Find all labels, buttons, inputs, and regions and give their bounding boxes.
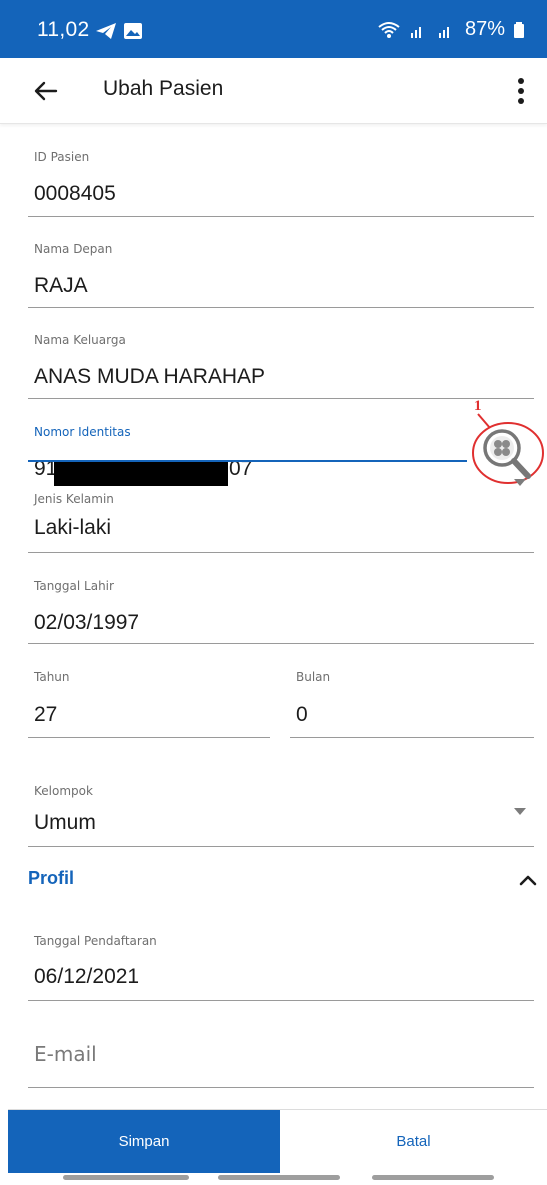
- field-underline: [28, 307, 534, 308]
- app-bar: Ubah Pasien: [0, 58, 547, 124]
- field-value[interactable]: 0008405: [34, 182, 116, 206]
- field-label: Tanggal Pendaftaran: [34, 934, 157, 948]
- field-value[interactable]: 0: [296, 703, 308, 727]
- battery-percent: 87%: [464, 18, 505, 40]
- field-underline: [28, 398, 534, 399]
- field-underline: [28, 737, 270, 738]
- field-value[interactable]: Laki-laki: [34, 516, 111, 540]
- save-button[interactable]: Simpan: [8, 1110, 280, 1173]
- field-id-pasien[interactable]: ID Pasien 0008405: [28, 150, 534, 218]
- section-header-profil[interactable]: Profil: [28, 868, 538, 894]
- field-label: Nama Depan: [34, 242, 113, 256]
- more-vert-icon[interactable]: [513, 74, 529, 108]
- field-underline: [28, 216, 534, 217]
- dropdown-arrow-icon[interactable]: [514, 479, 526, 486]
- field-email[interactable]: E-mail: [28, 1040, 534, 1108]
- page-title: Ubah Pasien: [103, 77, 224, 100]
- bottom-action-bar: Simpan Batal: [8, 1109, 547, 1173]
- field-label: Bulan: [296, 670, 331, 684]
- nav-pill-left: [63, 1175, 189, 1180]
- back-arrow-icon[interactable]: [30, 75, 62, 107]
- signal-icon: [410, 26, 421, 38]
- nav-pill-right: [372, 1175, 494, 1180]
- field-underline: [290, 737, 534, 738]
- field-value[interactable]: Umum: [34, 811, 96, 835]
- battery-icon: [514, 21, 524, 38]
- field-underline: [28, 1000, 534, 1001]
- email-placeholder[interactable]: E-mail: [34, 1042, 97, 1066]
- field-kelompok[interactable]: Kelompok Umum: [28, 784, 534, 847]
- field-tanggal-pendaftaran[interactable]: Tanggal Pendaftaran 06/12/2021: [28, 934, 534, 1002]
- dropdown-arrow-icon[interactable]: [514, 808, 526, 815]
- field-value[interactable]: 06/12/2021: [34, 965, 139, 989]
- field-tanggal-lahir[interactable]: Tanggal Lahir 02/03/1997: [28, 579, 534, 647]
- field-label: Tanggal Lahir: [34, 579, 114, 593]
- lookup-lens-icon[interactable]: [468, 406, 547, 486]
- chevron-up-icon[interactable]: [518, 872, 538, 888]
- field-bulan[interactable]: Bulan 0: [290, 670, 534, 738]
- telegram-icon: [96, 23, 116, 39]
- status-bar: 11,02 87%: [0, 0, 547, 58]
- gallery-icon: [124, 23, 142, 39]
- wifi-icon: [378, 21, 400, 38]
- section-title: Profil: [28, 868, 75, 888]
- field-underline: [28, 552, 534, 553]
- field-value[interactable]: 02/03/1997: [34, 611, 139, 635]
- field-label: ID Pasien: [34, 150, 90, 164]
- field-jenis-kelamin[interactable]: Jenis Kelamin Laki-laki: [28, 492, 534, 554]
- field-label: Jenis Kelamin: [34, 492, 114, 506]
- status-icons-left: [95, 22, 143, 40]
- field-label: Nomor Identitas: [34, 425, 131, 439]
- field-value[interactable]: 27: [34, 703, 57, 727]
- redaction-bar: [54, 462, 228, 486]
- status-time: 11,02: [37, 18, 90, 41]
- field-value[interactable]: RAJA: [34, 274, 88, 298]
- field-nomor-identitas[interactable]: Nomor Identitas 91 07: [28, 425, 467, 480]
- nav-pill-center: [218, 1175, 340, 1180]
- field-underline: [28, 643, 534, 644]
- signal-icon-2: [438, 26, 449, 38]
- field-nama-depan[interactable]: Nama Depan RAJA: [28, 242, 534, 310]
- annotation-marker: 1: [474, 398, 482, 414]
- field-nama-keluarga[interactable]: Nama Keluarga ANAS MUDA HARAHAP: [28, 333, 534, 401]
- field-underline: [28, 846, 534, 847]
- field-label: Kelompok: [34, 784, 93, 798]
- field-underline: [28, 1087, 534, 1088]
- field-label: Tahun: [34, 670, 70, 684]
- status-icons-right: 87%: [377, 18, 525, 41]
- cancel-button[interactable]: Batal: [280, 1110, 547, 1173]
- field-value[interactable]: ANAS MUDA HARAHAP: [34, 365, 265, 389]
- field-label: Nama Keluarga: [34, 333, 126, 347]
- field-tahun[interactable]: Tahun 27: [28, 670, 270, 738]
